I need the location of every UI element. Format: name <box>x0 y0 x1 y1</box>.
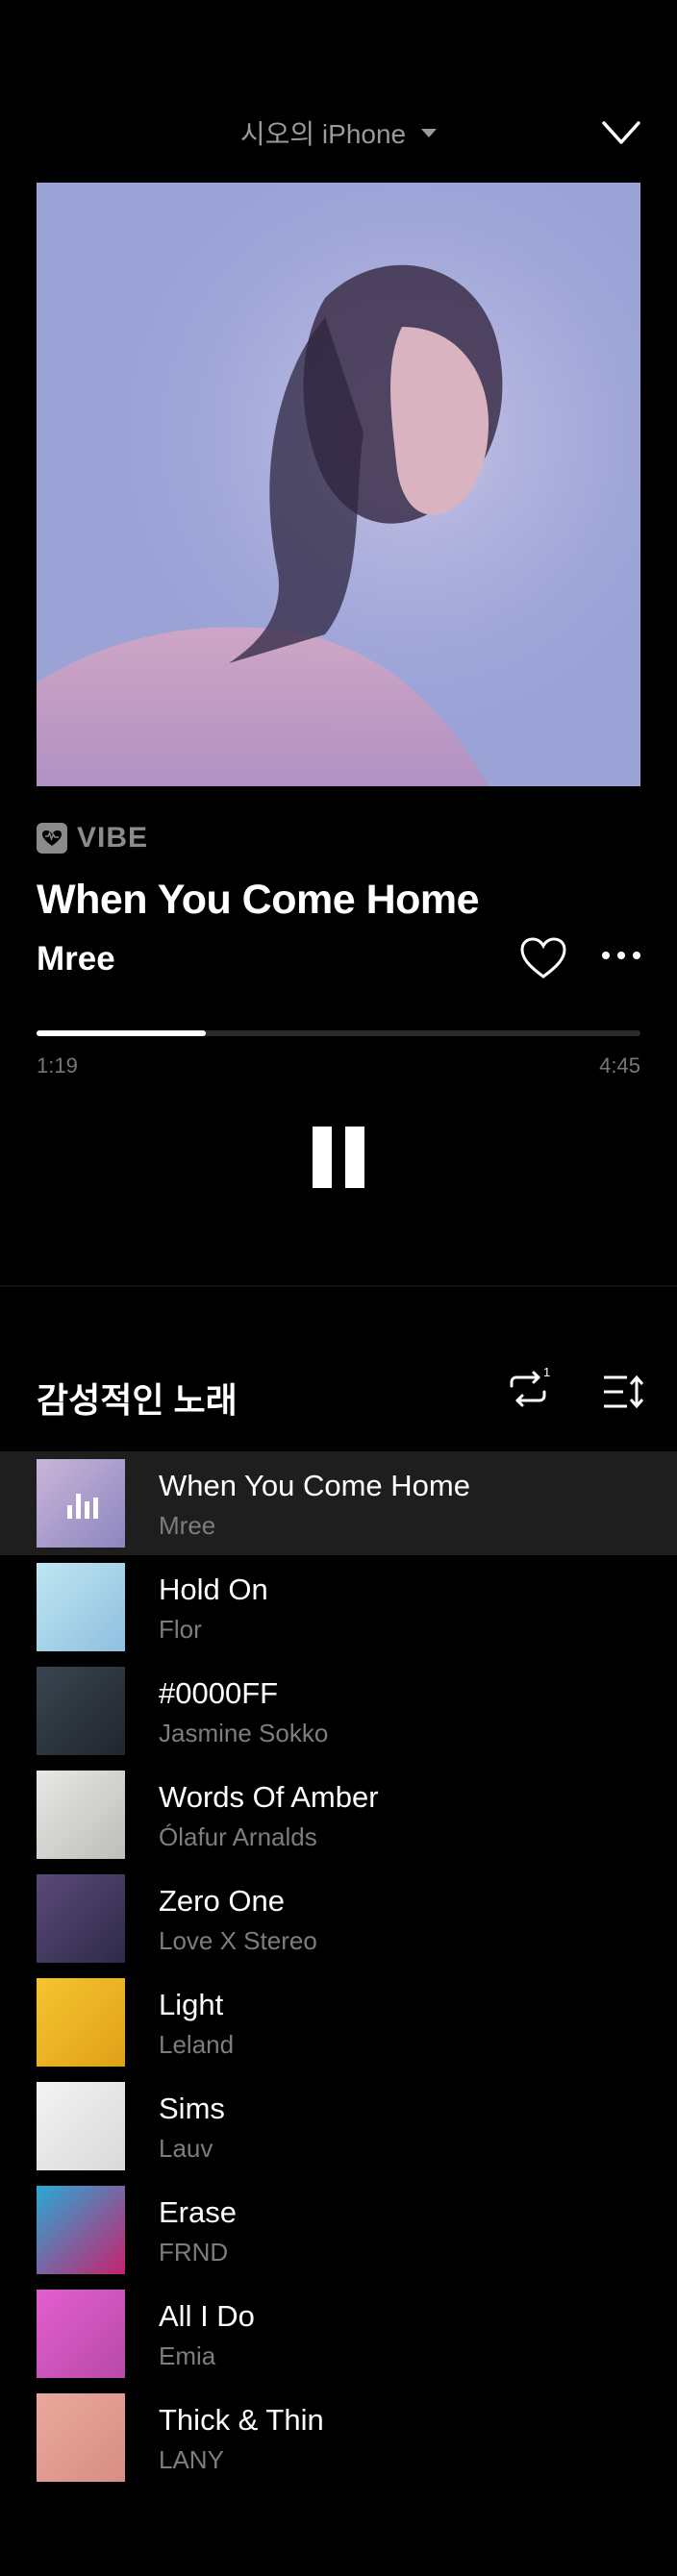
track-artist-name: Ólafur Arnalds <box>159 1822 317 1851</box>
equalizer-bar <box>67 1505 72 1519</box>
track-thumbnail <box>37 1563 125 1651</box>
track-artist-name: Lauv <box>159 2134 213 2163</box>
track-thumbnail <box>37 1874 125 1963</box>
vibe-service-label: VIBE <box>37 822 149 854</box>
track-artist-name: Mree <box>159 1511 216 1540</box>
elapsed-time: 1:19 <box>37 1053 78 1077</box>
track-artist-name: Flor <box>159 1615 202 1644</box>
track-artist-name: Love X Stereo <box>159 1926 317 1955</box>
device-name: 시오의 iPhone <box>239 119 407 149</box>
track-row[interactable]: When You Come Home Mree <box>0 1451 677 1555</box>
chevron-down-icon[interactable] <box>598 115 644 150</box>
track-name: Hold On <box>159 1573 268 1606</box>
repeat-one-icon[interactable]: 1 <box>504 1365 552 1413</box>
track-name: Zero One <box>159 1884 285 1918</box>
track-artist[interactable]: Mree <box>37 940 115 978</box>
heart-icon[interactable] <box>519 936 567 980</box>
track-thumbnail <box>37 1978 125 2067</box>
pause-icon[interactable] <box>313 1127 364 1188</box>
track-name: #0000FF <box>159 1676 279 1710</box>
track-list: When You Come Home Mree Hold On Flor #0000FF… <box>0 1451 677 2489</box>
device-selector[interactable]: 시오의 iPhone <box>0 113 677 152</box>
track-row[interactable]: Words Of Amber Ólafur Arnalds <box>0 1763 677 1867</box>
pause-bar <box>345 1127 364 1188</box>
track-artist-name: Jasmine Sokko <box>159 1719 329 1747</box>
track-name: Erase <box>159 2195 237 2229</box>
album-art <box>37 183 640 786</box>
track-thumbnail <box>37 2290 125 2378</box>
service-name: VIBE <box>77 822 149 854</box>
track-artist-name: LANY <box>159 2445 224 2474</box>
track-row[interactable]: #0000FF Jasmine Sokko <box>0 1659 677 1763</box>
playlist-title: 감성적인 노래 <box>37 1380 238 1420</box>
pause-bar <box>313 1127 332 1188</box>
dot <box>633 952 640 959</box>
track-row[interactable]: Light Leland <box>0 1970 677 2074</box>
track-name: Sims <box>159 2092 225 2125</box>
track-title: When You Come Home <box>37 877 480 923</box>
equalizer-bar <box>76 1494 81 1519</box>
progress-fill <box>37 1030 206 1036</box>
track-artist-name: FRND <box>159 2238 229 2266</box>
track-thumbnail <box>37 2393 125 2482</box>
track-name: Words Of Amber <box>159 1780 379 1814</box>
repeat-badge: 1 <box>543 1365 550 1379</box>
track-name: Light <box>159 1988 224 2021</box>
track-artist-name: Emia <box>159 2341 216 2370</box>
vibe-logo-icon <box>37 823 67 854</box>
track-thumbnail <box>37 2082 125 2170</box>
track-row[interactable]: Hold On Flor <box>0 1555 677 1659</box>
track-name: Thick & Thin <box>159 2403 324 2437</box>
equalizer-bar <box>85 1501 89 1519</box>
track-row[interactable]: All I Do Emia <box>0 2282 677 2386</box>
dot <box>602 952 610 959</box>
more-dots-icon[interactable] <box>602 952 640 963</box>
track-artist-name: Leland <box>159 2030 235 2059</box>
dot <box>617 952 625 959</box>
track-row[interactable]: Erase FRND <box>0 2178 677 2282</box>
track-row[interactable]: Zero One Love X Stereo <box>0 1867 677 1970</box>
now-playing-equalizer-icon <box>67 1494 98 1519</box>
track-thumbnail <box>37 1459 125 1548</box>
track-thumbnail <box>37 1771 125 1859</box>
progress-bar[interactable] <box>37 1030 640 1036</box>
caret-down-icon <box>421 128 438 137</box>
track-thumbnail <box>37 1667 125 1755</box>
track-row[interactable]: Thick & Thin LANY <box>0 2386 677 2489</box>
track-row[interactable]: Sims Lauv <box>0 2074 677 2178</box>
track-name: All I Do <box>159 2299 255 2333</box>
track-name: When You Come Home <box>159 1469 470 1502</box>
track-thumbnail <box>37 2186 125 2274</box>
sort-icon[interactable] <box>602 1373 644 1411</box>
section-divider <box>0 1285 677 1287</box>
total-duration: 4:45 <box>599 1053 640 1077</box>
equalizer-bar <box>93 1498 98 1519</box>
